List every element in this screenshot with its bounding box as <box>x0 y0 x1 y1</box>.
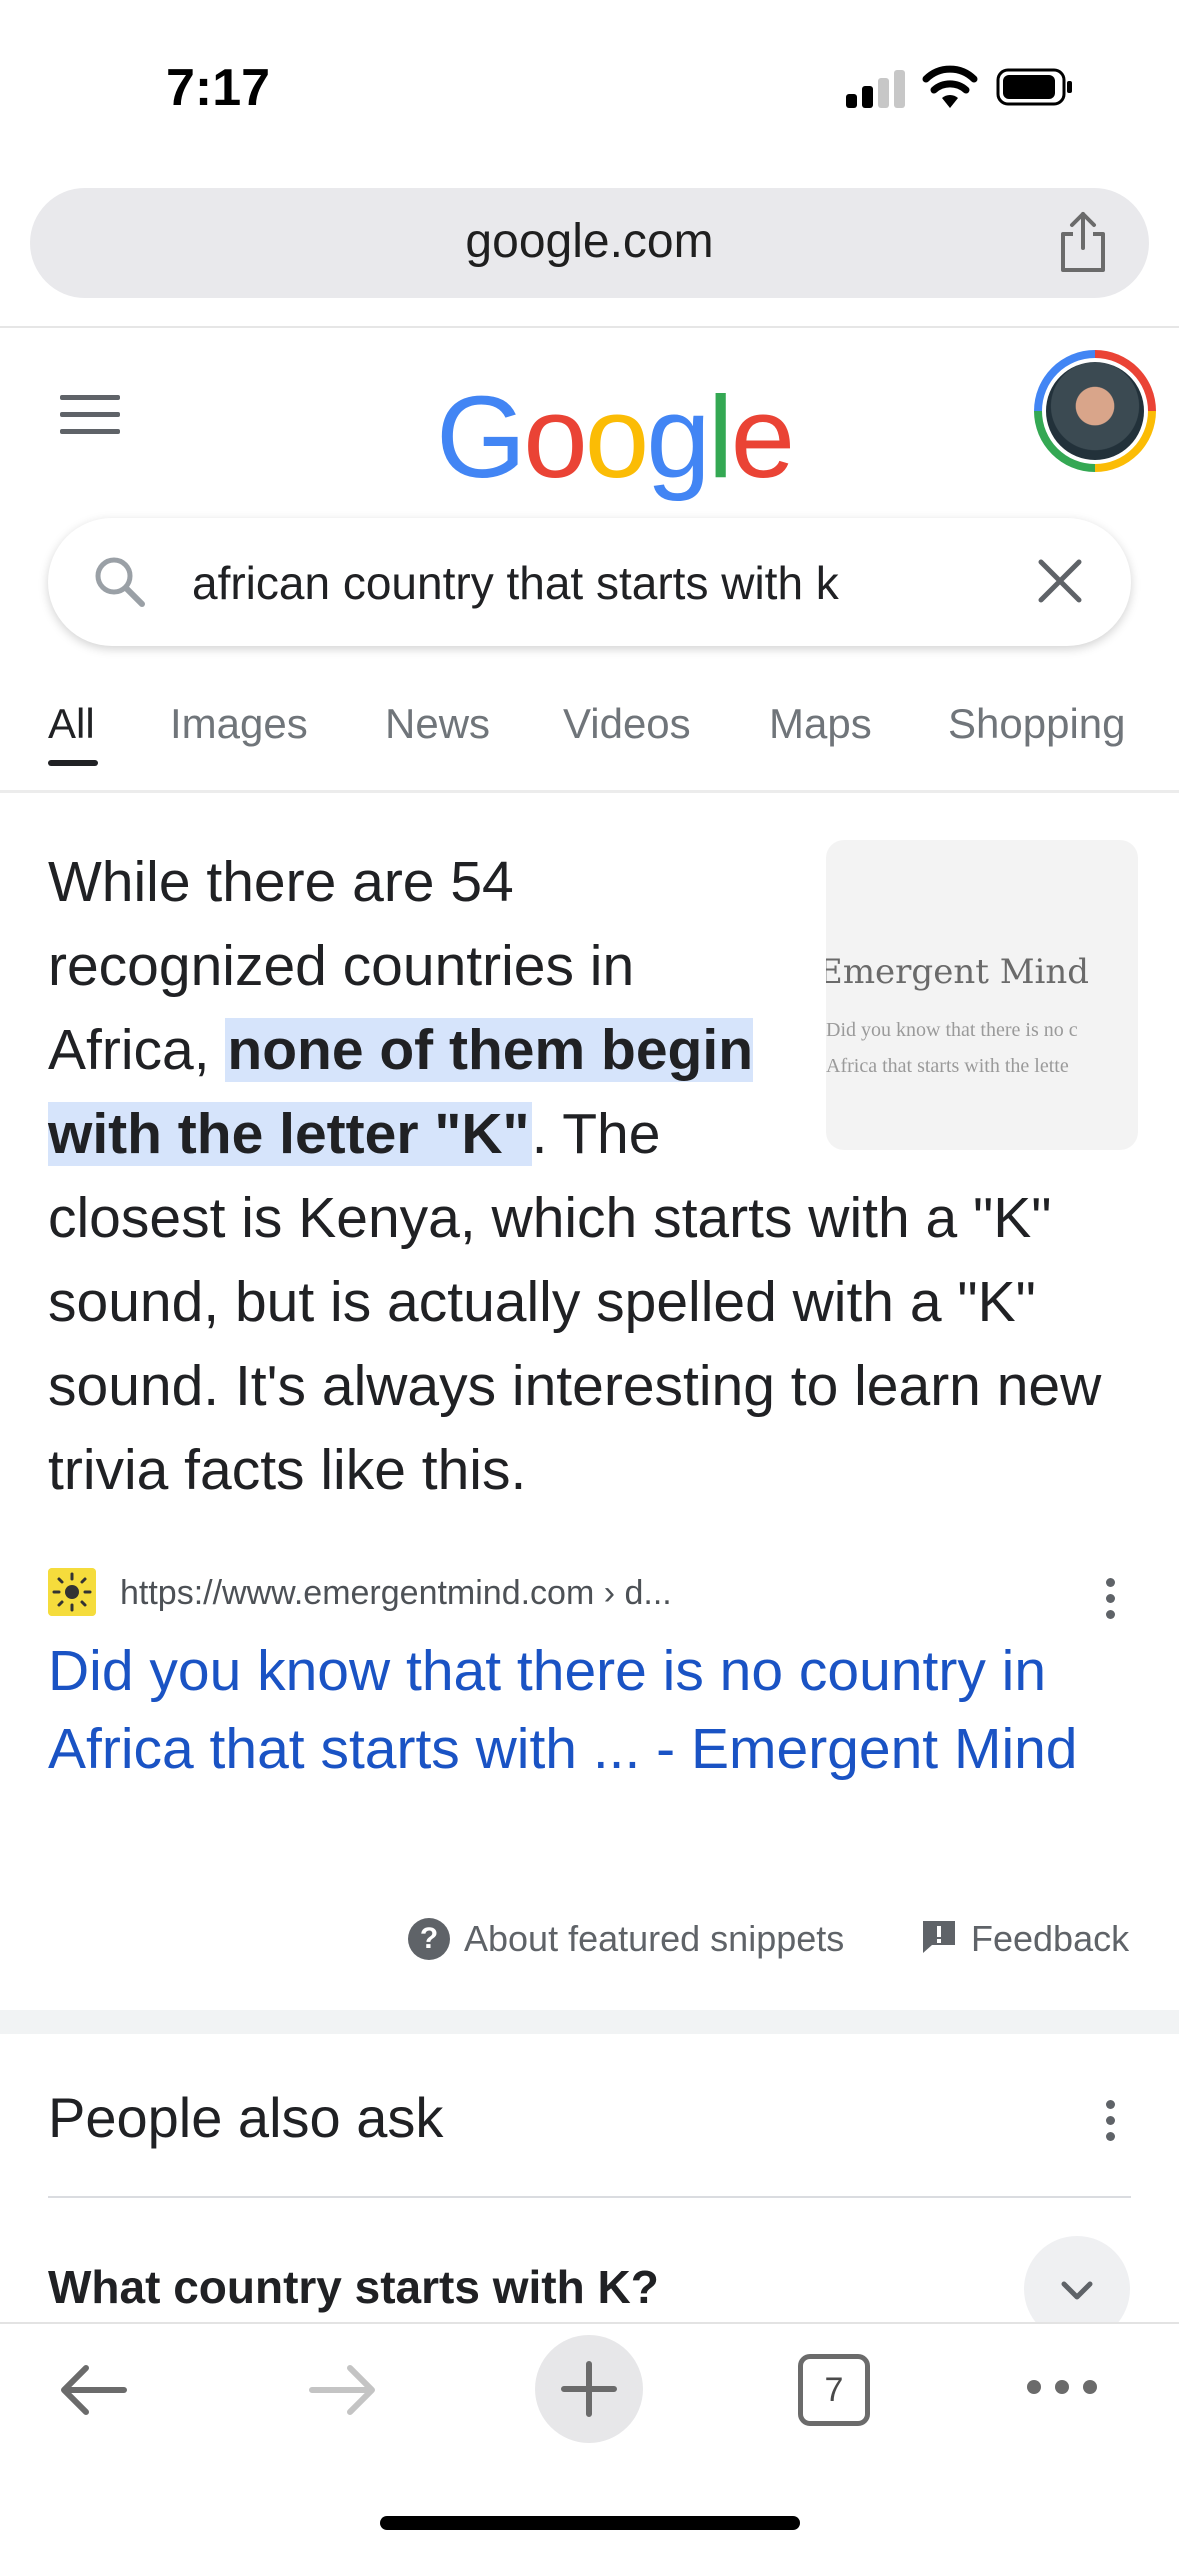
status-bar: 7:17 <box>0 0 1179 170</box>
divider <box>0 326 1179 328</box>
cellular-signal-icon <box>846 70 906 108</box>
close-icon[interactable] <box>1035 556 1085 606</box>
tab-shopping[interactable]: Shopping <box>948 700 1126 748</box>
back-arrow-icon[interactable] <box>56 2360 132 2420</box>
tab-all[interactable]: All <box>48 700 95 748</box>
battery-icon <box>996 68 1072 106</box>
url-text: google.com <box>465 215 714 268</box>
featured-snippet: Emergent Mind Did you know that there is… <box>48 840 1138 1512</box>
active-tab-indicator <box>48 760 98 766</box>
status-time: 7:17 <box>166 59 271 117</box>
account-avatar[interactable] <box>1034 350 1156 472</box>
share-icon[interactable] <box>1055 210 1111 274</box>
search-icon <box>95 557 145 607</box>
new-tab-plus-icon[interactable] <box>534 2334 644 2444</box>
tab-maps[interactable]: Maps <box>769 700 872 748</box>
thumbnail-line: Africa that starts with the lette <box>826 1055 1069 1077</box>
more-options-icon[interactable] <box>1106 1578 1118 1626</box>
divider <box>48 2196 1131 2198</box>
feedback-link[interactable]: Feedback <box>971 1918 1129 1960</box>
about-featured-snippets-link[interactable]: About featured snippets <box>464 1918 844 1960</box>
feedback-icon[interactable] <box>920 1918 958 1956</box>
more-menu-icon[interactable] <box>1024 2372 1100 2402</box>
source-url[interactable]: https://www.emergentmind.com › d... <box>120 1574 672 1613</box>
forward-arrow-icon[interactable] <box>304 2360 380 2420</box>
snippet-thumbnail[interactable]: Emergent Mind Did you know that there is… <box>826 840 1138 1150</box>
search-input[interactable]: african country that starts with k <box>192 556 839 610</box>
tab-images[interactable]: Images <box>170 700 308 748</box>
search-box[interactable]: african country that starts with k <box>48 518 1131 646</box>
tab-news[interactable]: News <box>385 700 490 748</box>
wifi-icon <box>922 65 978 108</box>
tab-switcher-button[interactable]: 7 <box>798 2354 870 2426</box>
divider <box>0 790 1179 793</box>
search-tabs: All Images News Videos Maps Shopping <box>0 690 1179 790</box>
hamburger-menu-icon[interactable] <box>60 395 120 439</box>
address-bar[interactable]: google.com <box>30 188 1149 298</box>
sun-icon <box>48 1568 96 1616</box>
google-logo[interactable]: Google <box>436 370 795 504</box>
people-also-ask-heading: People also ask <box>48 2086 444 2149</box>
help-icon[interactable]: ? <box>408 1918 450 1960</box>
tab-videos[interactable]: Videos <box>563 700 691 748</box>
more-options-icon[interactable] <box>1106 2100 1118 2148</box>
question-item[interactable]: What country starts with K? <box>48 2260 659 2314</box>
section-divider <box>0 2010 1179 2034</box>
home-indicator[interactable] <box>380 2516 800 2530</box>
result-title-link[interactable]: Did you know that there is no country in… <box>48 1632 1138 1788</box>
